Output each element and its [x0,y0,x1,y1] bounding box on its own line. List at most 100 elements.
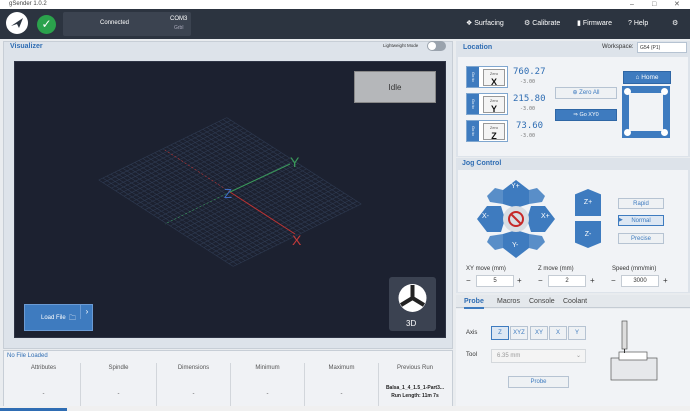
zero-x-button[interactable]: Zero X [483,69,505,87]
settings-icon: ⚙ [672,20,679,27]
speed-increment-button[interactable]: + [663,276,668,285]
file-col-maximum: Maximum - [305,363,379,407]
speed-precise-button[interactable]: Precise [618,233,664,244]
previous-run-file: Balsa_1_4_1.5_1-Part3... [385,385,445,391]
grid-line [198,130,334,218]
grid-line [194,132,330,220]
load-file-label: Load File [41,315,66,321]
axis-name: Y [490,104,497,114]
minimize-button[interactable]: – [630,0,634,9]
axis-name: Z [491,131,497,141]
nav-calibrate[interactable]: ⚙ Calibrate [524,18,560,30]
close-button[interactable]: ✕ [674,0,680,9]
jog-y-plus-button[interactable]: Y+ [511,183,520,190]
z-decrement-button[interactable]: − [538,276,543,285]
file-status: No File Loaded [7,353,48,359]
location-title: Location [463,44,493,51]
probe-axis-z[interactable]: Z [491,326,509,340]
view-3d-button[interactable]: 3D [389,277,436,331]
grid-line [218,121,354,209]
zero-label: Zero [489,98,499,103]
z-increment-button[interactable]: + [590,276,595,285]
jog-z-minus-button[interactable]: Z- [575,221,601,248]
visualizer-title: Visualizer [10,43,43,50]
axis-row-z: Go to Zero Z [466,120,508,142]
jog-z-plus-button[interactable]: Z+ [575,189,601,216]
xy-increment-button[interactable]: + [517,276,522,285]
xy-decrement-button[interactable]: − [466,276,471,285]
load-file-button[interactable]: Load File 🗀 › [24,304,93,331]
goto-y-button[interactable]: Go to [467,94,479,114]
zero-z-button[interactable]: Zero Z [483,123,505,141]
z-move-label: Z move (mm) [538,266,574,272]
col-header: Previous Run [396,365,434,371]
col-value: - [117,391,120,397]
jog-x-plus-button[interactable]: X+ [541,213,550,220]
workspace-select[interactable]: G54 (P1) [637,42,687,53]
lightweight-mode-toggle[interactable] [427,41,446,51]
nav-firmware[interactable]: ▮ Firmware [577,18,612,30]
crosshair-icon: ⊕ [572,90,578,96]
connection-port: COM3 [170,16,188,22]
folder-icon: 🗀 [69,315,76,322]
probe-button[interactable]: Probe [508,376,569,388]
connection-check-icon[interactable]: ✓ [37,15,56,34]
quick-position-inner [629,93,663,131]
stop-jog-icon[interactable] [508,209,530,227]
probe-axis-y[interactable]: Y [568,326,586,340]
probe-axis-label: Axis [466,330,478,336]
probe-axis-xy[interactable]: XY [530,326,548,340]
quick-bottom-right-button[interactable] [661,129,668,136]
zero-y-button[interactable]: Zero Y [483,96,505,114]
speed-decrement-button[interactable]: − [611,276,616,285]
file-info-bar: No File Loaded Attributes - Spindle - Di… [3,350,453,411]
z-axis-label: Z [224,186,232,201]
col-value: - [340,391,343,397]
speed-rapid-button[interactable]: Rapid [618,198,664,209]
connection-dropdown[interactable]: Connected COM3 Grbl [63,12,191,36]
tab-console[interactable]: Console [529,296,555,307]
col-header: Maximum [328,365,355,371]
calibrate-icon: ⚙ [524,20,531,27]
axis-row-x: Go to Zero X [466,66,508,88]
grid-line [202,129,338,216]
probe-tool-value: 6.35 mm [497,353,521,359]
file-col-dimensions: Dimensions - [157,363,231,407]
speed-normal-button[interactable]: Normal [618,215,664,226]
go-xy0-label: Go XY0 [579,112,599,118]
probe-tool-select[interactable]: 6.35 mm ⌄ [491,349,586,363]
jog-x-minus-button[interactable]: X- [482,213,489,220]
goto-x-button[interactable]: Go to [467,67,479,87]
probe-axis-x[interactable]: X [549,326,567,340]
speed-input[interactable]: 3000 [621,275,659,287]
grid-line [214,123,350,211]
nav-surfacing-label: Surfacing [474,20,504,27]
z-move-input[interactable]: 2 [548,275,586,287]
col-header: Minimum [255,365,280,371]
home-button[interactable]: ⌂ Home [623,71,671,84]
load-file-options-button[interactable]: › [80,305,93,319]
quick-top-left-button[interactable] [624,88,631,95]
jog-control-title: Jog Control [462,160,502,167]
previous-run-length: Run Length: 11m 7s [391,393,439,399]
tab-macros[interactable]: Macros [497,296,520,307]
jog-y-minus-button[interactable]: Y- [512,242,518,249]
probe-axis-xyz[interactable]: XYZ [510,326,528,340]
tab-coolant[interactable]: Coolant [563,296,587,307]
nav-surfacing[interactable]: ❖ Surfacing [466,18,504,30]
maximize-button[interactable]: □ [652,0,656,9]
quick-top-right-button[interactable] [661,88,668,95]
nav-help[interactable]: ? Help [628,18,648,30]
x-machine-position: -3.00 [520,79,536,85]
goto-z-button[interactable]: Go to [467,121,479,141]
chevron-down-icon: ⌄ [576,353,582,359]
probe-tool-label: Tool [466,352,478,358]
tab-probe[interactable]: Probe [464,296,484,309]
zero-all-button[interactable]: ⊕ Zero All [555,87,617,99]
col-value: - [266,391,269,397]
settings-button[interactable]: ⚙ [672,18,678,30]
quick-bottom-left-button[interactable] [624,129,631,136]
xy-move-input[interactable]: 5 [476,275,514,287]
go-xy0-button[interactable]: ⇒ Go XY0 [555,109,617,121]
file-col-previous-run: Previous Run Balsa_1_4_1.5_1-Part3... Ru… [379,363,451,407]
